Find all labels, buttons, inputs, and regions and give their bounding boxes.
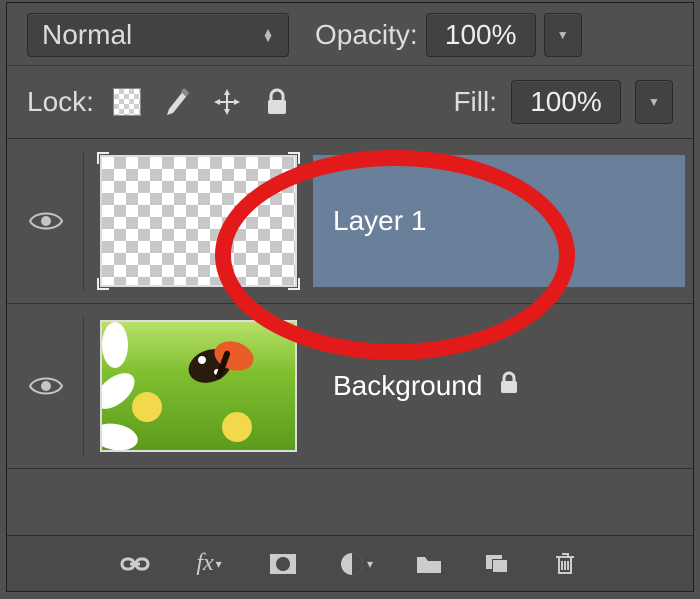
layer-effects-icon[interactable]: fx▾ xyxy=(188,549,230,579)
fill-dropdown-button[interactable]: ▼ xyxy=(635,80,673,124)
layer-lock-icon xyxy=(498,370,520,402)
updown-arrows-icon: ▲▼ xyxy=(262,29,274,41)
layers-list: Layer 1 xyxy=(7,139,693,469)
new-layer-icon[interactable] xyxy=(482,549,512,579)
lock-all-icon[interactable] xyxy=(262,87,292,117)
layer-row-background[interactable]: Background xyxy=(7,304,693,469)
lock-label: Lock: xyxy=(27,86,94,118)
lock-image-pixels-icon[interactable] xyxy=(162,87,192,117)
layer-name-label: Background xyxy=(333,370,482,402)
visibility-toggle[interactable] xyxy=(25,210,67,232)
fill-value: 100% xyxy=(530,86,602,118)
adjustment-layer-icon[interactable]: ▾ xyxy=(336,549,376,579)
group-icon[interactable] xyxy=(414,549,444,579)
lock-icons xyxy=(112,87,292,117)
opacity-value: 100% xyxy=(445,19,517,51)
fill-label: Fill: xyxy=(453,86,497,118)
divider xyxy=(83,316,84,456)
add-mask-icon[interactable] xyxy=(268,549,298,579)
delete-layer-icon[interactable] xyxy=(550,549,580,579)
divider xyxy=(83,151,84,291)
lock-row: Lock: xyxy=(7,66,693,139)
layer-row-layer-1[interactable]: Layer 1 xyxy=(7,139,693,304)
layer-name-label: Layer 1 xyxy=(333,205,426,237)
opacity-value-field[interactable]: 100% xyxy=(426,13,536,57)
layer-thumbnail[interactable] xyxy=(100,320,297,452)
layers-bottom-toolbar: fx▾ ▾ xyxy=(7,535,693,591)
layers-top-row: Normal ▲▼ Opacity: 100% ▼ xyxy=(7,3,693,66)
lock-position-icon[interactable] xyxy=(212,87,242,117)
fill-value-field[interactable]: 100% xyxy=(511,80,621,124)
layer-name-area[interactable]: Background xyxy=(313,320,685,452)
opacity-label: Opacity: xyxy=(315,19,418,51)
blend-mode-value: Normal xyxy=(42,19,132,51)
layer-name-area[interactable]: Layer 1 xyxy=(313,155,685,287)
lock-transparent-pixels-icon[interactable] xyxy=(112,87,142,117)
blend-mode-dropdown[interactable]: Normal ▲▼ xyxy=(27,13,289,57)
opacity-dropdown-button[interactable]: ▼ xyxy=(544,13,582,57)
visibility-toggle[interactable] xyxy=(25,375,67,397)
layer-thumbnail[interactable] xyxy=(100,155,297,287)
link-layers-icon[interactable] xyxy=(120,549,150,579)
layers-panel: Normal ▲▼ Opacity: 100% ▼ Lock: xyxy=(6,2,694,592)
